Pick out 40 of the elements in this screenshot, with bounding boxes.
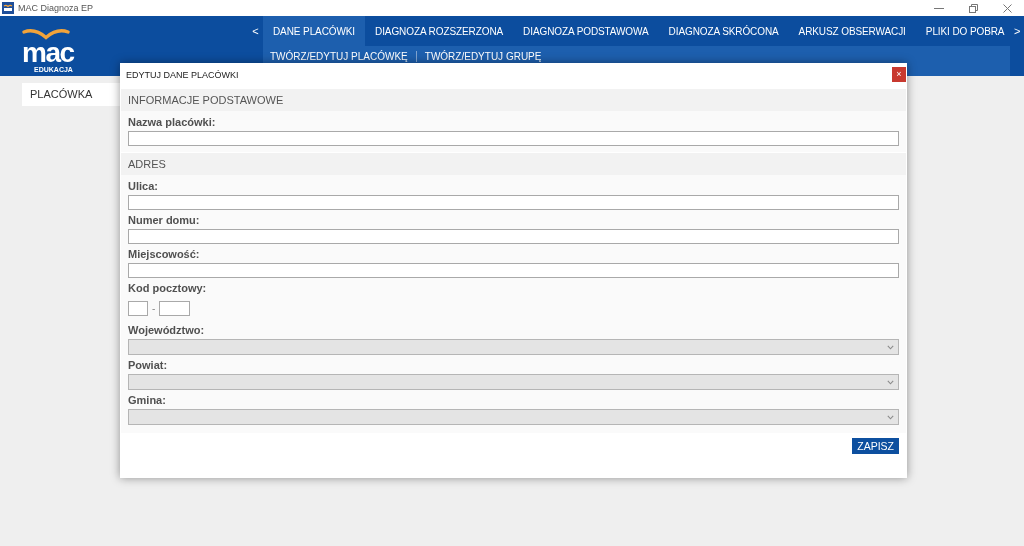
swoosh-icon — [22, 29, 70, 40]
nav-tab[interactable]: ARKUSZ OBSERWACJI — [788, 16, 916, 46]
input-field[interactable] — [128, 229, 899, 244]
previous-button[interactable]: < — [248, 16, 263, 46]
chevron-down-icon — [887, 414, 894, 420]
input-field[interactable] — [128, 195, 899, 210]
field-label: Ulica: — [128, 179, 159, 193]
logo-wordmark: mac — [22, 40, 75, 66]
field-label: Powiat: — [128, 358, 169, 372]
dialog-title: EDYTUJ DANE PLACÓWKI — [126, 69, 239, 80]
subnav-link[interactable]: TWÓRZ/EDYTUJ GRUPĘ — [424, 51, 550, 62]
nav-tab[interactable]: PLIKI DO POBRA — [915, 16, 1005, 46]
chevron-down-icon — [887, 379, 894, 385]
postal-code-field[interactable] — [159, 301, 191, 316]
postal-code-field[interactable] — [128, 301, 148, 316]
field-label: Numer domu: — [128, 213, 201, 227]
next-button[interactable]: > — [1014, 16, 1024, 46]
postal-separator: - — [152, 302, 156, 315]
input-field[interactable] — [128, 131, 899, 146]
minimize-icon[interactable] — [934, 7, 944, 9]
field-label: Miejscowość: — [128, 247, 201, 261]
nav-tab[interactable]: DIAGNOZA PODSTAWOWA — [513, 16, 659, 46]
field-label: Województwo: — [128, 323, 206, 337]
close-icon[interactable] — [1002, 3, 1012, 13]
nav-tab[interactable]: DANE PLACÓWKI — [263, 16, 366, 46]
restore-icon[interactable] — [968, 3, 978, 13]
field-label: Kod pocztowy: — [128, 281, 208, 295]
field-label: Gmina: — [128, 393, 167, 407]
nav-tab[interactable]: DIAGNOZA SKRÓCONA — [658, 16, 789, 46]
field-label: Nazwa placówki: — [128, 115, 217, 129]
input-field[interactable] — [128, 263, 899, 278]
nav-tab[interactable]: DIAGNOZA ROZSZERZONA — [365, 16, 514, 46]
close-button[interactable]: × — [892, 67, 906, 82]
subnav-link[interactable]: TWÓRZ/EDYTUJ PLACÓWKĘ — [270, 51, 416, 62]
section-heading: INFORMACJE PODSTAWOWE — [121, 88, 906, 111]
window-title: MAC Diagnoza EP — [18, 2, 94, 14]
chevron-down-icon — [887, 344, 894, 350]
sidebar-item[interactable]: PLACÓWKA — [22, 83, 120, 106]
save-button[interactable]: ZAPISZ — [852, 438, 899, 454]
section-heading: ADRES — [121, 152, 906, 175]
